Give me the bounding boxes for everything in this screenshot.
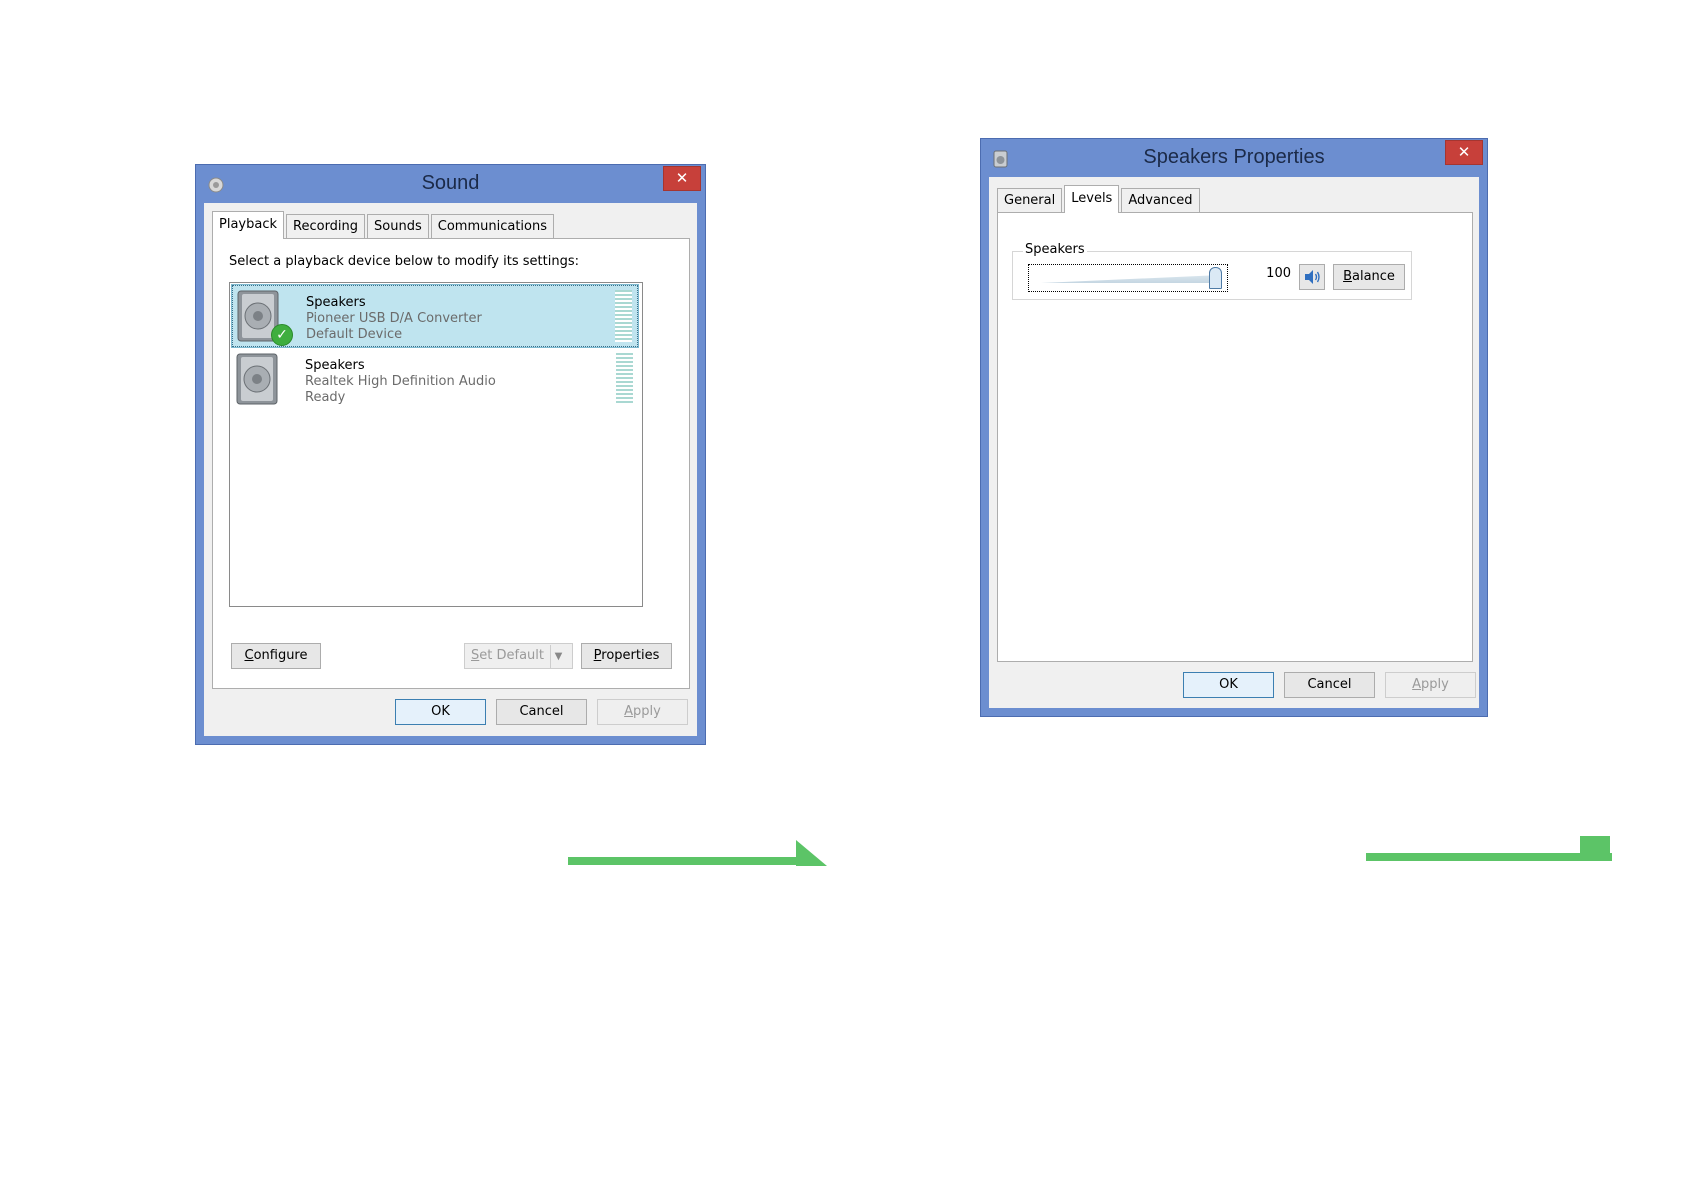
arrow-line-2 [1366, 853, 1612, 861]
close-icon: ✕ [675, 169, 689, 187]
device-name: Speakers [306, 295, 366, 310]
window-title: Sound [421, 172, 480, 194]
apply-button[interactable]: Apply [1385, 672, 1476, 698]
sound-title-bar[interactable]: Sound ✕ [196, 165, 705, 203]
arrow-right-icon [796, 840, 827, 866]
device-name: Speakers [305, 358, 365, 373]
speaker-volume-icon [1305, 270, 1320, 284]
configure-button[interactable]: Configure [231, 643, 321, 669]
group-label: Speakers [1023, 242, 1087, 257]
device-status: Ready [305, 390, 346, 405]
device-status: Default Device [306, 327, 403, 342]
playback-device-list[interactable]: ✓ Speakers Pioneer USB D/A Converter Def… [229, 282, 643, 607]
tab-general[interactable]: General [997, 188, 1063, 212]
device-description: Realtek High Definition Audio [305, 374, 496, 389]
close-button[interactable]: ✕ [663, 166, 701, 191]
levels-panel: Speakers 100 Balance [997, 212, 1473, 662]
properties-client-area: General Levels Advanced Speakers 100 Bal… [989, 177, 1479, 708]
sound-window: Sound ✕ Playback Recording Sounds Commun… [195, 164, 706, 745]
mute-button[interactable] [1299, 264, 1325, 290]
slider-track [1041, 275, 1221, 283]
cancel-button[interactable]: Cancel [1284, 672, 1375, 698]
volume-value: 100 [1266, 266, 1291, 281]
tab-communications[interactable]: Communications [430, 214, 555, 238]
arrow-end-block [1580, 836, 1610, 861]
chevron-down-icon[interactable]: ▼ [550, 645, 566, 669]
close-button[interactable]: ✕ [1445, 140, 1483, 165]
device-description: Pioneer USB D/A Converter [306, 311, 482, 326]
balance-button[interactable]: Balance [1333, 264, 1405, 290]
level-meter [616, 353, 633, 405]
tab-advanced[interactable]: Advanced [1121, 188, 1200, 212]
tab-levels[interactable]: Levels [1064, 185, 1120, 213]
playback-instruction: Select a playback device below to modify… [229, 254, 579, 269]
properties-title-bar[interactable]: Speakers Properties ✕ [981, 139, 1487, 177]
properties-button[interactable]: Properties [581, 643, 672, 669]
default-device-check-icon: ✓ [271, 324, 293, 346]
device-row-pioneer[interactable]: ✓ Speakers Pioneer USB D/A Converter Def… [231, 284, 639, 348]
speakers-level-group: Speakers 100 Balance [1012, 242, 1412, 300]
sound-tab-strip: Playback Recording Sounds Communications [212, 211, 556, 239]
properties-window: Speakers Properties ✕ General Levels Adv… [980, 138, 1488, 717]
arrow-line-1 [568, 857, 800, 865]
tab-sounds[interactable]: Sounds [367, 214, 429, 238]
cancel-button[interactable]: Cancel [496, 699, 587, 725]
device-row-realtek[interactable]: Speakers Realtek High Definition Audio R… [232, 349, 638, 411]
close-icon: ✕ [1457, 143, 1471, 161]
window-title: Speakers Properties [1143, 146, 1325, 168]
properties-tab-strip: General Levels Advanced [997, 185, 1202, 213]
ok-button[interactable]: OK [395, 699, 486, 725]
tab-playback[interactable]: Playback [212, 211, 285, 239]
level-meter [615, 290, 632, 342]
playback-panel: Select a playback device below to modify… [212, 238, 690, 689]
ok-button[interactable]: OK [1183, 672, 1274, 698]
speaker-icon [236, 353, 278, 405]
set-default-button[interactable]: Set Default ▼ [464, 643, 573, 669]
apply-button[interactable]: Apply [597, 699, 688, 725]
sound-client-area: Playback Recording Sounds Communications… [204, 203, 697, 736]
volume-slider[interactable] [1028, 264, 1228, 292]
tab-recording[interactable]: Recording [286, 214, 366, 238]
slider-thumb[interactable] [1209, 267, 1222, 289]
